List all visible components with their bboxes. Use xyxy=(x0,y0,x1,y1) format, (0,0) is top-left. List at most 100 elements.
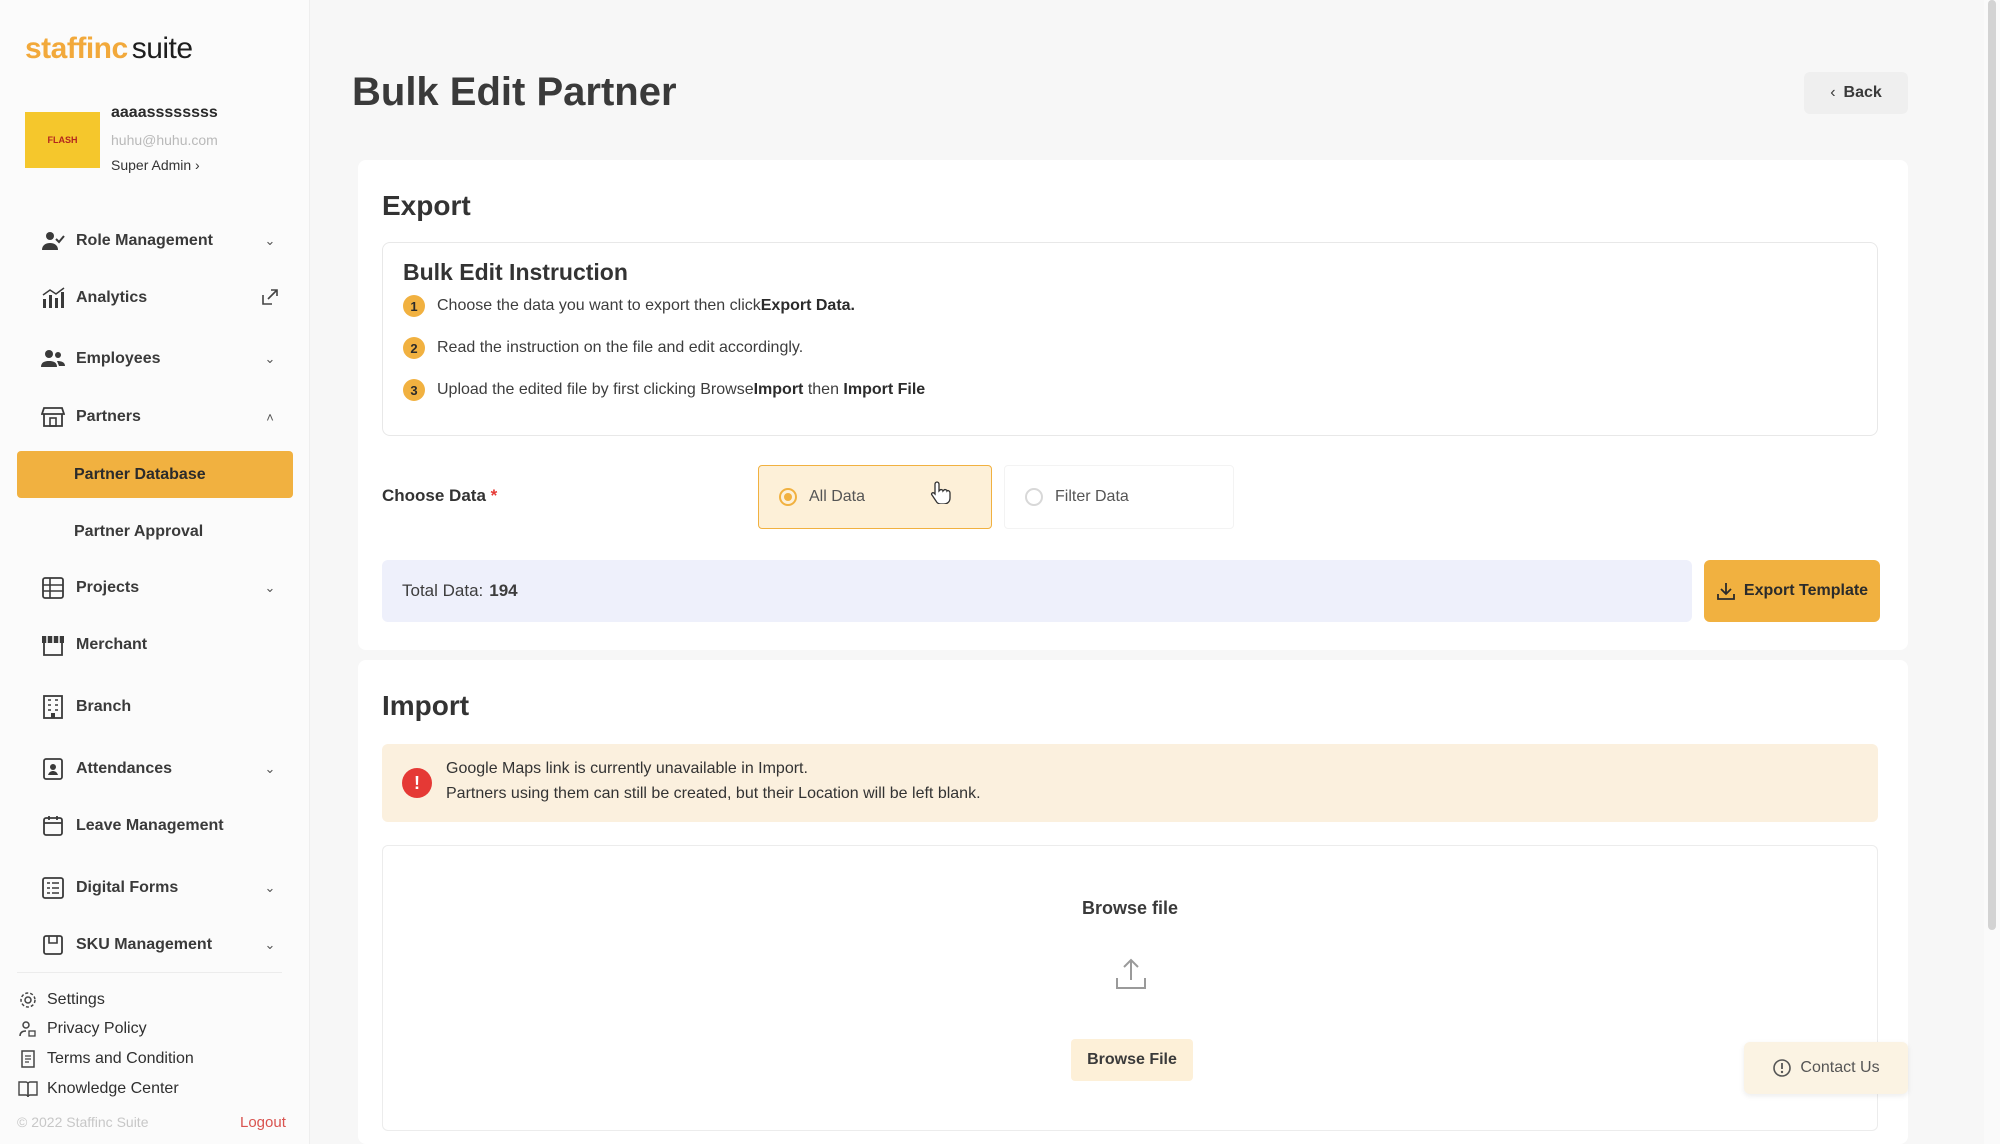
browse-file-title: Browse file xyxy=(1081,898,1179,918)
profile-email: huhu@huhu.com xyxy=(111,132,218,148)
user-check-icon xyxy=(40,228,66,254)
instruction-title: Bulk Edit Instruction xyxy=(403,259,628,285)
total-data-label: Total Data: xyxy=(402,581,484,600)
book-icon xyxy=(17,1080,39,1098)
all-data-radio[interactable]: All Data xyxy=(758,465,992,529)
export-title: Export xyxy=(382,190,471,221)
step-bold: Import File xyxy=(843,381,926,398)
sidebar-item-attendances[interactable]: Attendances ⌄ xyxy=(40,749,280,789)
sidebar-item-leave-management[interactable]: Leave Management xyxy=(40,806,280,846)
app-logo[interactable]: staffinc suite xyxy=(25,32,193,66)
step-text: Read the instruction on the file and edi… xyxy=(437,339,804,356)
sidebar-divider xyxy=(17,972,282,973)
contact-us-label: Contact Us xyxy=(1800,1059,1880,1076)
sidebar-item-digital-forms[interactable]: Digital Forms ⌄ xyxy=(40,868,280,908)
user-profile: FLASH aaaassssssss huhu@huhu.com Super A… xyxy=(25,102,295,182)
sidebar-label: Digital Forms xyxy=(76,879,179,896)
import-card: Import ! Google Maps link is currently u… xyxy=(358,660,1908,1144)
chevron-down-icon: ⌄ xyxy=(264,233,276,248)
step-number: 1 xyxy=(403,295,425,317)
grid-list-icon xyxy=(40,575,66,601)
settings-link[interactable]: Settings xyxy=(17,988,105,1012)
step-text: Upload the edited file by first clicking… xyxy=(437,381,754,398)
filter-data-radio[interactable]: Filter Data xyxy=(1004,465,1234,529)
knowledge-center-link[interactable]: Knowledge Center xyxy=(17,1077,179,1101)
step-bold: Import xyxy=(753,381,804,398)
contact-us-button[interactable]: Contact Us xyxy=(1744,1042,1908,1094)
sidebar-item-employees[interactable]: Employees ⌄ xyxy=(40,339,280,379)
choose-data-label: Choose Data * xyxy=(382,486,497,506)
export-card: Export Bulk Edit Instruction 1 Choose th… xyxy=(358,160,1908,650)
calendar-icon xyxy=(40,813,66,839)
all-data-label: All Data xyxy=(809,488,866,505)
sidebar-item-analytics[interactable]: Analytics xyxy=(40,278,280,318)
download-icon xyxy=(1716,581,1736,601)
step-bold: Export Data. xyxy=(760,297,855,314)
profile-role-link[interactable]: Super Admin › xyxy=(111,157,200,173)
instruction-step: 1 Choose the data you want to export the… xyxy=(403,295,855,317)
sidebar-label: Partners xyxy=(76,408,141,425)
chevron-up-icon: ˄ xyxy=(266,409,274,425)
warning-line-1: Google Maps link is currently unavailabl… xyxy=(446,760,808,777)
step-text: then xyxy=(803,381,844,398)
chevron-down-icon: ⌄ xyxy=(264,880,276,895)
badge-icon xyxy=(40,756,66,782)
radio-selected-icon xyxy=(779,488,797,506)
upload-icon xyxy=(1113,956,1149,997)
radio-unselected-icon xyxy=(1025,488,1043,506)
scrollbar-thumb[interactable] xyxy=(1988,0,1996,930)
sidebar-label: Attendances xyxy=(76,760,173,777)
sidebar-label: Leave Management xyxy=(76,817,224,834)
back-button[interactable]: ‹ Back xyxy=(1804,72,1908,114)
chevron-down-icon: ⌄ xyxy=(264,761,276,776)
building-icon xyxy=(40,694,66,720)
sidebar: staffinc suite FLASH aaaassssssss huhu@hu… xyxy=(0,0,310,1144)
box-icon xyxy=(40,932,66,958)
step-number: 3 xyxy=(403,379,425,401)
total-data-value: 194 xyxy=(489,581,518,600)
choose-data-text: Choose Data xyxy=(382,486,486,505)
logout-link[interactable]: Logout xyxy=(240,1114,286,1131)
chevron-left-icon: ‹ xyxy=(1830,84,1836,101)
form-icon xyxy=(40,875,66,901)
avatar-text: FLASH xyxy=(47,135,78,145)
sidebar-item-partner-database[interactable]: Partner Database xyxy=(17,451,293,498)
sidebar-item-branch[interactable]: Branch xyxy=(40,687,280,727)
sidebar-item-partner-approval[interactable]: Partner Approval xyxy=(17,508,293,555)
knowledge-center-label: Knowledge Center xyxy=(47,1080,179,1097)
instruction-step: 3 Upload the edited file by first clicki… xyxy=(403,379,925,401)
sidebar-item-role-management[interactable]: Role Management ⌄ xyxy=(40,221,280,261)
gear-icon xyxy=(17,991,39,1009)
terms-label: Terms and Condition xyxy=(47,1050,194,1067)
store-icon xyxy=(40,404,66,430)
page-scrollbar[interactable] xyxy=(1984,0,2000,1144)
sidebar-item-projects[interactable]: Projects ⌄ xyxy=(40,568,280,608)
terms-link[interactable]: Terms and Condition xyxy=(17,1047,194,1071)
chevron-down-icon: ⌄ xyxy=(264,580,276,595)
sidebar-item-sku-management[interactable]: SKU Management ⌄ xyxy=(40,925,280,965)
document-icon xyxy=(17,1050,39,1068)
export-template-button[interactable]: Export Template xyxy=(1704,560,1880,622)
sidebar-label: Projects xyxy=(76,579,140,596)
privacy-policy-link[interactable]: Privacy Policy xyxy=(17,1017,147,1041)
avatar: FLASH xyxy=(25,112,100,168)
file-dropzone[interactable]: Browse file Browse File xyxy=(382,845,1878,1131)
sidebar-item-partners[interactable]: Partners ˄ xyxy=(40,397,280,437)
sidebar-label: SKU Management xyxy=(76,936,213,953)
alert-icon: ! xyxy=(402,768,432,798)
users-icon xyxy=(40,346,66,372)
filter-data-label: Filter Data xyxy=(1055,488,1129,505)
sidebar-label: Analytics xyxy=(76,289,148,306)
step-text: Choose the data you want to export then … xyxy=(437,297,761,314)
logo-brand: staffinc xyxy=(25,32,128,65)
settings-label: Settings xyxy=(47,991,105,1008)
required-mark: * xyxy=(490,486,498,505)
sidebar-item-merchant[interactable]: Merchant xyxy=(40,625,280,665)
external-link-icon xyxy=(260,287,280,310)
instruction-box: Bulk Edit Instruction 1 Choose the data … xyxy=(382,242,1878,436)
browse-file-button[interactable]: Browse File xyxy=(1071,1039,1193,1081)
chevron-down-icon: ⌄ xyxy=(264,937,276,952)
sidebar-label: Branch xyxy=(76,698,132,715)
user-lock-icon xyxy=(17,1020,39,1038)
logo-suite: suite xyxy=(131,32,193,65)
